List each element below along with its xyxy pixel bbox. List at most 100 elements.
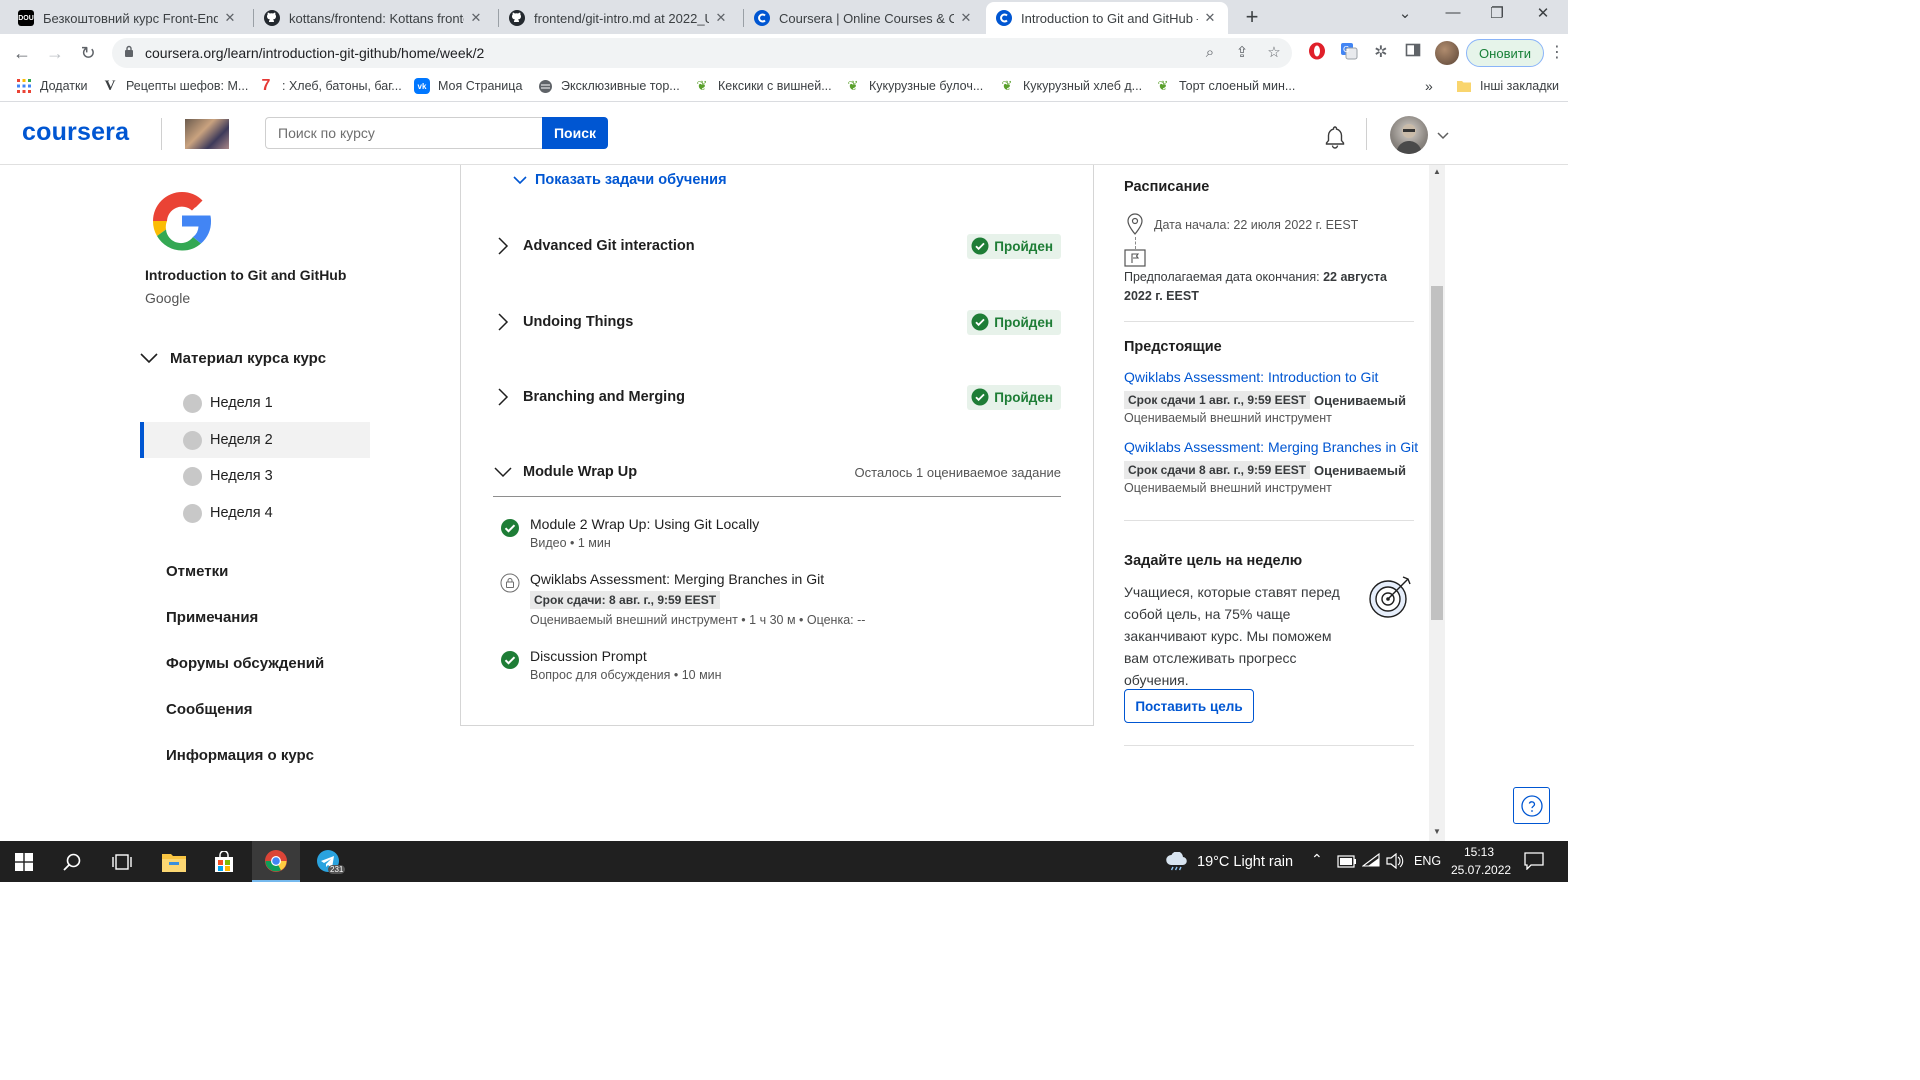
bookmark-apps[interactable]: Додатки <box>16 78 87 94</box>
sidebar-link-messages[interactable]: Сообщения <box>166 701 252 718</box>
sidebar-link-notes[interactable]: Примечания <box>166 609 258 626</box>
module-row[interactable]: Branching and Merging Пройден <box>493 382 1061 412</box>
tab-close-icon[interactable]: ✕ <box>958 10 974 26</box>
lock-icon[interactable] <box>124 45 134 57</box>
sidebar-link-forums[interactable]: Форумы обсуждений <box>166 655 324 672</box>
sidebar-link-grades[interactable]: Отметки <box>166 563 228 580</box>
task-view-icon[interactable] <box>98 841 146 882</box>
wifi-icon[interactable] <box>1362 853 1380 869</box>
browser-tab-dou[interactable]: DOU Безкоштовний курс Front-End в ✕ <box>8 2 248 34</box>
file-explorer-icon[interactable] <box>150 841 198 882</box>
side-panel-icon[interactable] <box>1402 42 1424 64</box>
browser-tab-coursera-home[interactable]: Coursera | Online Courses & Cred ✕ <box>744 2 984 34</box>
clock-date[interactable]: 25.07.2022 <box>1451 863 1511 877</box>
browser-tab-kottans[interactable]: kottans/frontend: Kottans fronter ✕ <box>254 2 494 34</box>
restore-button[interactable]: ❐ <box>1482 4 1512 22</box>
chevron-down-icon[interactable] <box>1436 128 1450 142</box>
sidebar-link-course-info[interactable]: Информация о курс <box>166 747 314 764</box>
address-bar[interactable]: coursera.org/learn/introduction-git-gith… <box>112 38 1292 68</box>
update-browser-button[interactable]: Оновити <box>1466 39 1544 67</box>
bookmark-item[interactable]: vk Моя Страница <box>414 78 522 94</box>
sidebar-item-week-2[interactable]: Неделя 2 <box>140 422 370 458</box>
battery-icon[interactable] <box>1337 855 1357 868</box>
sidebar-item-week-3[interactable]: Неделя 3 <box>140 458 370 494</box>
zoom-icon[interactable]: ⌕ <box>1200 43 1220 63</box>
minimize-button[interactable]: — <box>1438 4 1468 21</box>
microsoft-store-icon[interactable] <box>200 841 248 882</box>
notifications-bell-icon[interactable] <box>1322 124 1348 150</box>
course-title[interactable]: Introduction to Git and GitHub <box>145 267 346 283</box>
extensions-icon[interactable]: ✲ <box>1370 42 1392 64</box>
set-goal-button[interactable]: Поставить цель <box>1124 689 1254 723</box>
user-avatar[interactable] <box>1390 116 1428 154</box>
schedule-title: Расписание <box>1124 179 1210 195</box>
language-indicator[interactable]: ENG <box>1414 854 1441 868</box>
scroll-up-icon[interactable]: ▲ <box>1433 168 1441 176</box>
week-progress-icon <box>183 430 202 450</box>
scroll-thumb[interactable] <box>1431 286 1443 620</box>
bookmark-item[interactable]: ❦ Торт слоеный мин... <box>1155 78 1296 94</box>
sidebar-item-week-1[interactable]: Неделя 1 <box>140 385 370 421</box>
module-row-expanded[interactable]: Module Wrap Up Осталось 1 оцениваемое за… <box>493 457 1061 487</box>
course-thumbnail[interactable] <box>185 119 229 149</box>
close-window-button[interactable]: ✕ <box>1528 4 1558 22</box>
module-row[interactable]: Advanced Git interaction Пройден <box>493 231 1061 261</box>
search-icon[interactable] <box>48 841 96 882</box>
item-meta: Оцениваемый внешний инструмент • 1 ч 30 … <box>530 613 866 627</box>
tab-close-icon[interactable]: ✕ <box>222 10 238 26</box>
check-circle-icon <box>501 519 519 537</box>
graded-label: Оцениваемый <box>1314 463 1406 478</box>
telegram-icon[interactable]: 231 <box>304 841 352 882</box>
browser-menu-icon[interactable]: ⋮ <box>1546 42 1568 64</box>
back-icon[interactable]: ← <box>10 41 34 65</box>
share-icon[interactable]: ⇪ <box>1232 43 1252 63</box>
browser-tab-git-course[interactable]: Introduction to Git and GitHub – ✕ <box>986 2 1228 34</box>
course-material-toggle[interactable]: Материал курса курс <box>140 349 326 367</box>
show-learning-objectives-toggle[interactable]: Показать задачи обучения <box>513 172 727 188</box>
sidebar-item-week-4[interactable]: Неделя 4 <box>140 495 370 531</box>
opera-extension-icon[interactable] <box>1306 42 1328 64</box>
tab-close-icon[interactable]: ✕ <box>1202 10 1218 26</box>
course-search-button[interactable]: Поиск <box>542 117 608 149</box>
tab-search-icon[interactable]: ⌄ <box>1390 4 1420 22</box>
windows-start-icon[interactable] <box>0 841 48 882</box>
notifications-center-icon[interactable] <box>1524 852 1544 870</box>
item-title[interactable]: Qwiklabs Assessment: Merging Branches in… <box>530 571 824 587</box>
upcoming-title: Предстоящие <box>1124 339 1222 355</box>
module-row[interactable]: Undoing Things Пройден <box>493 307 1061 337</box>
chrome-taskbar-icon[interactable] <box>252 841 300 882</box>
help-button[interactable] <box>1513 787 1550 824</box>
translate-extension-icon[interactable]: G <box>1338 42 1360 64</box>
bookmarks-more-button[interactable]: » <box>1425 78 1433 94</box>
weather-text[interactable]: 19°C Light rain <box>1197 854 1293 870</box>
bookmark-item[interactable]: 7 : Хлеб, батоны, баг... <box>258 77 402 94</box>
tab-close-icon[interactable]: ✕ <box>468 10 484 26</box>
url-text[interactable]: coursera.org/learn/introduction-git-gith… <box>145 45 484 61</box>
weather-rain-icon[interactable] <box>1164 852 1190 872</box>
bookmark-item[interactable]: ❦ Кукурузные булоч... <box>845 78 984 94</box>
bookmark-item[interactable]: Эксклюзивные тор... <box>537 78 680 94</box>
volume-icon[interactable] <box>1386 853 1404 869</box>
other-bookmarks-folder[interactable]: Інші закладки <box>1456 78 1559 94</box>
browser-tab-git-intro[interactable]: frontend/git-intro.md at 2022_U ✕ <box>499 2 739 34</box>
upcoming-link[interactable]: Qwiklabs Assessment: Merging Branches in… <box>1124 439 1418 455</box>
item-title[interactable]: Discussion Prompt <box>530 648 647 664</box>
new-tab-button[interactable]: + <box>1240 4 1264 30</box>
bookmark-star-icon[interactable]: ☆ <box>1264 43 1284 63</box>
clock-time[interactable]: 15:13 <box>1464 845 1494 859</box>
bookmark-item[interactable]: ❦ Кексики с вишней... <box>694 78 832 94</box>
browser-profile-avatar[interactable] <box>1435 41 1459 65</box>
bookmark-item[interactable]: ❦ Кукурузный хлеб д... <box>999 78 1143 94</box>
coursera-logo[interactable]: coursera <box>22 118 129 147</box>
reload-icon[interactable]: ↻ <box>76 41 100 65</box>
upcoming-link[interactable]: Qwiklabs Assessment: Introduction to Git <box>1124 369 1378 385</box>
tray-chevron-icon[interactable]: ⌃ <box>1311 851 1323 868</box>
forward-icon[interactable]: → <box>43 41 67 65</box>
scroll-down-icon[interactable]: ▼ <box>1433 828 1441 836</box>
tab-close-icon[interactable]: ✕ <box>713 10 729 26</box>
page-scrollbar[interactable]: ▲ ▼ <box>1429 165 1445 841</box>
item-title[interactable]: Module 2 Wrap Up: Using Git Locally <box>530 516 759 532</box>
bookmark-item[interactable]: V Рецепты шефов: М... <box>102 78 249 94</box>
week-progress-icon <box>183 393 202 413</box>
course-search-input[interactable] <box>265 117 543 149</box>
